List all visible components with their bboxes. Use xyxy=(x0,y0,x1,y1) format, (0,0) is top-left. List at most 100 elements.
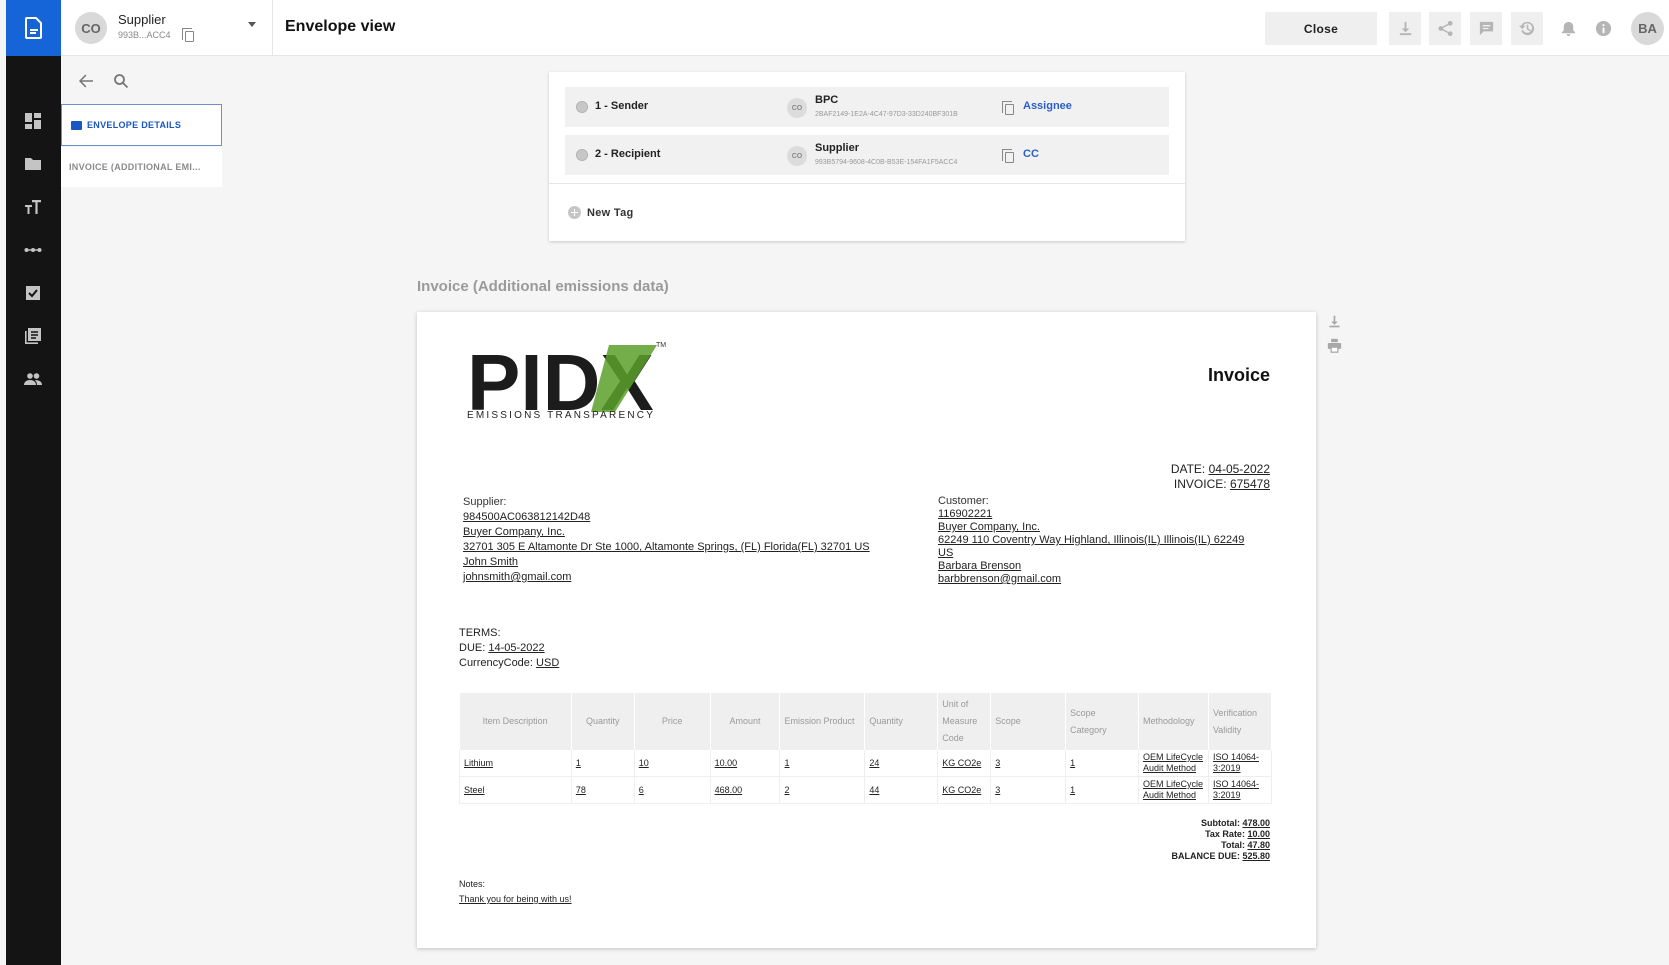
header-divider xyxy=(272,0,273,56)
bell-icon[interactable] xyxy=(1558,18,1578,38)
info-icon[interactable] xyxy=(1593,18,1613,38)
tax-label: Tax Rate: xyxy=(1205,829,1245,839)
document-download-icon[interactable] xyxy=(1325,312,1343,330)
recipient-avatar: CO xyxy=(787,146,807,166)
table-cell: 10 xyxy=(634,750,711,777)
recipient-name: BPC xyxy=(815,94,839,106)
table-cell: OEM LifeCycle Audit Method xyxy=(1138,750,1209,777)
table-cell: 44 xyxy=(864,776,939,804)
recipient-type-link[interactable]: Assignee xyxy=(1023,100,1072,112)
date-label: DATE: xyxy=(1170,462,1206,476)
checklist-icon[interactable] xyxy=(23,283,43,303)
balance-label: BALANCE DUE: xyxy=(1171,851,1240,861)
total-label: Total: xyxy=(1221,840,1245,850)
due-label: DUE: xyxy=(459,642,486,654)
table-row: Steel 78 6 468.00 2 44 KG CO2e 3 1 OEM L… xyxy=(459,776,1273,804)
customer-line: 62249 110 Coventry Way Highland, Illinoi… xyxy=(938,534,1245,546)
invoice-heading: Invoice xyxy=(1207,365,1270,385)
text-size-icon[interactable] xyxy=(23,197,43,217)
recipient-role: 1 - Sender xyxy=(595,100,649,112)
table-cell: 1 xyxy=(571,750,635,777)
table-cell: 1 xyxy=(779,750,866,777)
customer-label: Customer: xyxy=(938,495,989,507)
table-cell: KG CO2e xyxy=(937,750,992,777)
recipient-type-link[interactable]: CC xyxy=(1023,148,1039,160)
supplier-line: 984500AC063812142D48 xyxy=(463,511,591,523)
recipient-id: 993B5794-9608-4C0B-B53E-154FA1F5ACC4 xyxy=(815,159,958,166)
back-arrow-icon[interactable] xyxy=(78,73,94,89)
supplier-line: 32701 305 E Altamonte Dr Ste 1000, Altam… xyxy=(463,541,870,553)
search-icon[interactable] xyxy=(113,73,129,89)
plus-circle-icon xyxy=(568,206,581,219)
terms-label: TERMS: xyxy=(459,627,501,639)
notes-block: Notes: Thank you for being with us! xyxy=(459,877,572,907)
history-button[interactable] xyxy=(1511,12,1543,45)
table-cell: 6 xyxy=(634,776,711,804)
account-name[interactable]: Supplier xyxy=(118,12,166,27)
customer-line: Barbara Brenson xyxy=(938,560,1022,572)
print-icon[interactable] xyxy=(1325,336,1343,354)
copy-icon[interactable] xyxy=(1002,101,1014,115)
recipient-name: Supplier xyxy=(815,142,860,154)
invoice-date: 04-05-2022 xyxy=(1208,462,1270,476)
currency-label: CurrencyCode: xyxy=(459,657,533,669)
table-cell: 3 xyxy=(990,776,1067,804)
app-logo-button[interactable] xyxy=(6,0,61,56)
close-button[interactable]: Close xyxy=(1265,12,1377,45)
customer-line: US xyxy=(938,547,954,559)
account-avatar[interactable]: CO xyxy=(75,12,107,44)
column-header: Item Description xyxy=(459,693,572,750)
nav-item-envelope-details[interactable]: ENVELOPE DETAILS xyxy=(61,104,222,146)
copy-icon[interactable] xyxy=(182,28,194,42)
app-rail xyxy=(6,0,61,965)
supplier-line: johnsmith@gmail.com xyxy=(463,571,572,583)
history-icon xyxy=(1518,21,1534,36)
notes-label: Notes: xyxy=(459,879,486,889)
share-button[interactable] xyxy=(1429,12,1461,45)
comment-icon xyxy=(1479,21,1493,36)
chevron-down-icon[interactable] xyxy=(248,22,256,27)
document-title: Invoice (Additional emissions data) xyxy=(417,278,669,295)
tax-value: 10.00 xyxy=(1247,829,1270,839)
subtotal-label: Subtotal: xyxy=(1200,818,1240,828)
user-avatar[interactable]: BA xyxy=(1631,12,1664,45)
invoice-document: PIDX TM EMISSIONS TRANSPARENCY Invoice D… xyxy=(417,312,1316,948)
table-cell: OEM LifeCycle Audit Method xyxy=(1138,776,1209,804)
invoice-meta: DATE: 04-05-2022 INVOICE: 675478 xyxy=(1171,462,1270,492)
table-cell: Lithium xyxy=(459,750,572,777)
folder-icon[interactable] xyxy=(23,154,43,174)
library-icon[interactable] xyxy=(23,326,43,346)
table-cell: 78 xyxy=(571,776,635,804)
recipient-avatar: CO xyxy=(787,98,807,118)
status-dot xyxy=(576,101,588,113)
document-icon xyxy=(24,17,42,39)
column-header: Methodology xyxy=(1138,693,1209,750)
customer-line: 116902221 xyxy=(938,508,993,520)
totals-block: Subtotal: 478.00 Tax Rate: 10.00 Total: … xyxy=(1171,818,1270,862)
recipient-row-sender[interactable]: 1 - Sender CO BPC 2BAF2149-1E2A-4C47-97D… xyxy=(565,87,1169,127)
logo-trademark: TM xyxy=(656,342,667,349)
comments-button[interactable] xyxy=(1470,12,1502,45)
nav-item-invoice-document[interactable]: INVOICE (ADDITIONAL EMI... xyxy=(61,147,222,187)
top-header: CO Supplier 993B...ACC4 Envelope view Cl… xyxy=(61,0,1669,56)
copy-icon[interactable] xyxy=(1002,149,1014,163)
nav-item-label: INVOICE (ADDITIONAL EMI... xyxy=(69,162,201,172)
download-button[interactable] xyxy=(1389,12,1421,45)
new-tag-button[interactable]: New Tag xyxy=(568,206,634,219)
people-icon[interactable] xyxy=(23,369,43,389)
notes-text: Thank you for being with us! xyxy=(459,894,572,904)
column-header: Emission Product xyxy=(779,693,866,750)
table-cell: KG CO2e xyxy=(937,776,992,804)
table-cell: ISO 14064-3:2019 xyxy=(1208,750,1273,777)
new-tag-label: New Tag xyxy=(587,206,634,219)
logo-subtitle: EMISSIONS TRANSPARENCY xyxy=(467,410,656,421)
table-header-row: Item Description Quantity Price Amount E… xyxy=(459,693,1273,750)
recipient-row-recipient[interactable]: 2 - Recipient CO Supplier 993B5794-9608-… xyxy=(565,135,1169,175)
dashboard-icon[interactable] xyxy=(23,111,43,131)
connection-icon[interactable] xyxy=(23,240,43,260)
balance-value: 525.80 xyxy=(1242,851,1270,861)
recipients-card: 1 - Sender CO BPC 2BAF2149-1E2A-4C47-97D… xyxy=(549,72,1185,241)
account-id: 993B...ACC4 xyxy=(118,30,171,40)
table-cell: Steel xyxy=(459,776,572,804)
table-cell: 1 xyxy=(1065,750,1139,777)
